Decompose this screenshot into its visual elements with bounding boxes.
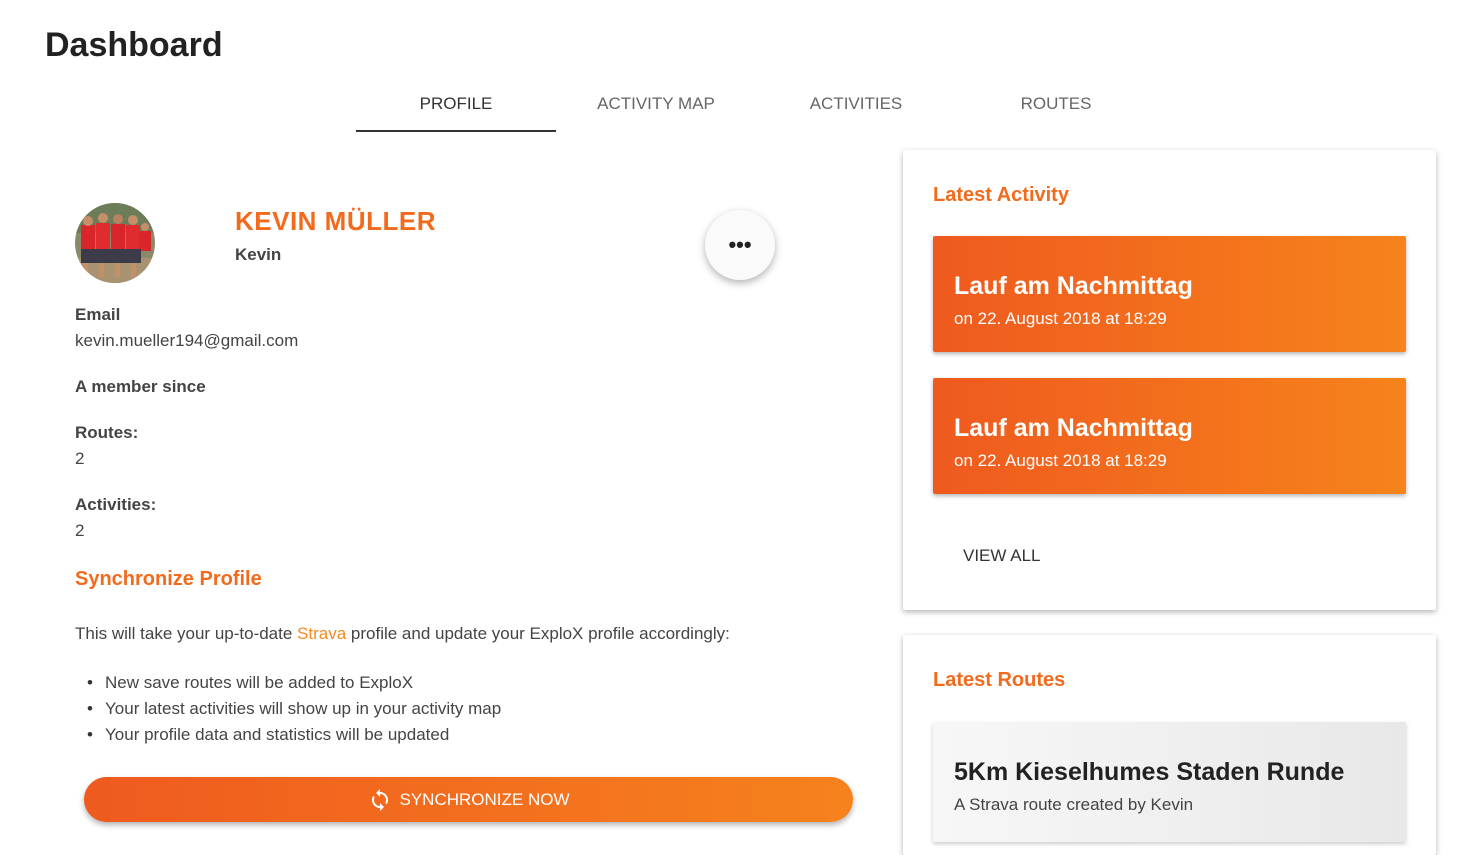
tab-profile[interactable]: PROFILE: [356, 76, 556, 132]
activity-title: Lauf am Nachmittag: [954, 414, 1193, 442]
member-since-label: A member since: [75, 377, 206, 396]
activity-date: on 22. August 2018 at 18:29: [954, 451, 1167, 470]
email-value: kevin.mueller194@gmail.com: [75, 331, 299, 350]
sync-title: Synchronize Profile: [75, 568, 262, 590]
route-subtitle: A Strava route created by Kevin: [954, 795, 1194, 814]
tab-activities[interactable]: ACTIVITIES: [756, 76, 956, 132]
routes-label: Routes:: [75, 423, 139, 442]
synchronize-now-label: SYNCHRONIZE NOW: [399, 789, 570, 809]
list-item: Your latest activities will show up in y…: [87, 696, 501, 722]
activity-item[interactable]: Lauf am Nachmittag on 22. August 2018 at…: [933, 378, 1406, 494]
page-title: Dashboard: [45, 26, 223, 64]
activities-value: 2: [75, 521, 85, 540]
activities-label: Activities:: [75, 495, 157, 514]
activity-item[interactable]: Lauf am Nachmittag on 22. August 2018 at…: [933, 236, 1406, 352]
latest-activity-title: Latest Activity: [933, 184, 1069, 206]
sync-desc-before: This will take your up-to-date: [75, 624, 298, 643]
activity-title: Lauf am Nachmittag: [954, 272, 1193, 300]
route-title: 5Km Kieselhumes Staden Runde: [954, 758, 1345, 786]
profile-name: KEVIN MÜLLER: [235, 206, 436, 236]
view-all-button[interactable]: VIEW ALL: [949, 540, 1054, 572]
more-horizontal-icon: •••: [728, 232, 752, 257]
routes-value: 2: [75, 449, 85, 468]
tab-bar: PROFILE ACTIVITY MAP ACTIVITIES ROUTES: [356, 76, 1156, 132]
latest-activity-card: Latest Activity Lauf am Nachmittag on 22…: [903, 150, 1436, 610]
profile-username: Kevin: [235, 245, 282, 264]
sync-icon: [371, 788, 388, 811]
email-label: Email: [75, 305, 121, 324]
strava-link[interactable]: Strava: [297, 624, 346, 643]
synchronize-now-button[interactable]: SYNCHRONIZE NOW: [84, 777, 853, 822]
more-options-button[interactable]: •••: [705, 210, 775, 280]
list-item: Your profile data and statistics will be…: [87, 722, 501, 748]
list-item: New save routes will be added to ExploX: [87, 670, 501, 696]
sync-bullet-list: New save routes will be added to ExploX …: [87, 670, 501, 748]
sync-desc-after: profile and update your ExploX profile a…: [346, 624, 730, 643]
tab-activity-map[interactable]: ACTIVITY MAP: [556, 76, 756, 132]
avatar: [75, 203, 155, 283]
latest-routes-title: Latest Routes: [933, 669, 1066, 691]
activity-date: on 22. August 2018 at 18:29: [954, 309, 1167, 328]
sync-description: This will take your up-to-date Strava pr…: [75, 624, 730, 644]
latest-routes-card: Latest Routes 5Km Kieselhumes Staden Run…: [903, 635, 1436, 855]
route-item[interactable]: 5Km Kieselhumes Staden Runde A Strava ro…: [933, 722, 1406, 842]
tab-routes[interactable]: ROUTES: [956, 76, 1156, 132]
